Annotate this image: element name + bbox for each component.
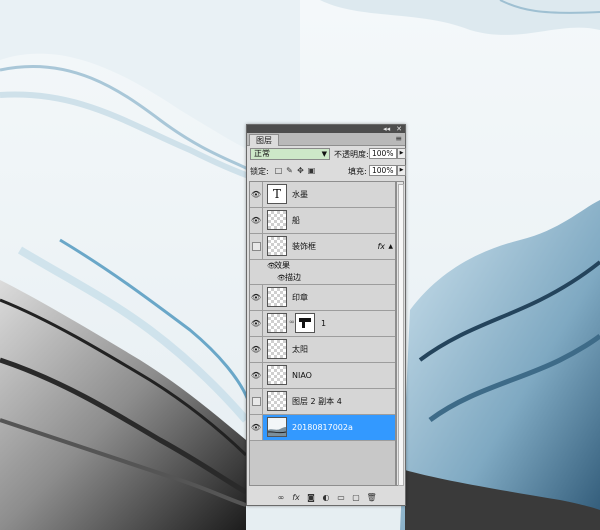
new-layer-icon[interactable]: ▢ [352, 493, 361, 502]
layer-thumbnail [267, 236, 287, 256]
blend-mode-select[interactable]: 正常 ▼ [250, 148, 330, 160]
layer-row[interactable]: 👁 船 [250, 208, 395, 234]
opacity-label: 不透明度: [334, 150, 369, 159]
link-icon[interactable]: ∞ [289, 318, 295, 326]
opacity-stepper[interactable]: ▶ [397, 148, 406, 159]
adjustment-icon[interactable]: ◐ [322, 493, 331, 502]
panel-bottom-toolbar: ∞ fx ◙ ◐ ▭ ▢ 🗑 [247, 490, 405, 505]
collapse-button[interactable]: ◂◂ [380, 125, 393, 133]
close-button[interactable]: ✕ [393, 125, 405, 133]
layer-thumbnail [267, 313, 287, 333]
layer-row[interactable]: 图层 2 副本 4 [250, 389, 395, 415]
layer-name: 1 [321, 319, 327, 328]
trash-icon[interactable]: 🗑 [367, 493, 377, 502]
collapse-effects-icon[interactable]: ▲ [388, 234, 393, 259]
panel-titlebar[interactable]: ◂◂ ✕ [247, 125, 405, 133]
effects-row[interactable]: 👁 效果 [250, 260, 395, 272]
layer-row[interactable]: 👁 ∞ 1 [250, 311, 395, 337]
blend-opacity-row: 正常 ▼ 不透明度: 100% ▶ [250, 148, 406, 162]
text-layer-thumbnail: T [267, 184, 287, 204]
mask-shape-icon [299, 318, 311, 328]
fx-icon[interactable]: fx [292, 493, 301, 502]
chevron-down-icon: ▼ [321, 150, 327, 158]
opacity-field[interactable]: 100% [369, 148, 397, 159]
mask-icon[interactable]: ◙ [307, 493, 316, 502]
layer-name: 船 [292, 216, 300, 225]
lock-all-icon[interactable]: ▣ [307, 166, 316, 175]
effect-name: 描边 [285, 273, 301, 282]
scrollbar-thumb[interactable] [398, 184, 404, 486]
layers-panel: ◂◂ ✕ 图层 ≡ 正常 ▼ 不透明度: 100% ▶ 锁定: □ ✎ ✥ ▣ … [246, 124, 406, 506]
blend-mode-value: 正常 [254, 149, 270, 158]
lock-fill-row: 锁定: □ ✎ ✥ ▣ 填充: 100% ▶ [250, 165, 406, 178]
effect-stroke-row[interactable]: 👁 描边 [250, 272, 395, 285]
eye-icon[interactable]: 👁 [250, 337, 263, 362]
panel-tab-row: 图层 ≡ [247, 133, 405, 146]
eye-icon[interactable]: 👁 [250, 311, 263, 336]
lock-label: 锁定: [250, 167, 269, 176]
visibility-off-box[interactable] [250, 389, 263, 414]
layer-row[interactable]: 👁 太阳 [250, 337, 395, 363]
fill-stepper[interactable]: ▶ [397, 165, 406, 176]
layer-name: 太阳 [292, 345, 308, 354]
lock-transparent-icon[interactable]: □ [274, 166, 283, 175]
layer-name: 装饰框 [292, 242, 316, 251]
layer-thumbnail [267, 365, 287, 385]
layer-name: 20180817002a [292, 423, 353, 432]
lock-brush-icon[interactable]: ✎ [285, 166, 294, 175]
layer-row[interactable]: 👁 T 水墨 [250, 182, 395, 208]
layer-list-scrollbar[interactable] [396, 181, 404, 486]
layer-name: 水墨 [292, 190, 308, 199]
layer-row-selected[interactable]: 👁 20180817002a [250, 415, 395, 441]
layer-name: 印章 [292, 293, 308, 302]
visibility-off-box[interactable] [250, 234, 263, 259]
layer-mask-thumbnail[interactable] [295, 313, 315, 333]
folder-icon[interactable]: ▭ [337, 493, 346, 502]
layer-list: 👁 T 水墨 👁 船 装饰框 fx ▲ 👁 效果 👁 描边 👁 印章 👁 ∞ 1… [249, 181, 396, 486]
ink-thumbnail-icon [268, 418, 286, 436]
panel-menu-icon[interactable]: ≡ [395, 133, 402, 145]
eye-icon[interactable]: 👁 [250, 182, 263, 207]
layer-row[interactable]: 👁 印章 [250, 285, 395, 311]
eye-icon[interactable]: 👁 [250, 415, 263, 440]
layer-name: 图层 2 副本 4 [292, 397, 342, 406]
layer-row[interactable]: 装饰框 fx ▲ [250, 234, 395, 260]
layer-thumbnail [267, 339, 287, 359]
image-layer-thumbnail [267, 417, 287, 437]
layer-thumbnail [267, 210, 287, 230]
fill-label: 填充: [348, 167, 367, 176]
tab-layers[interactable]: 图层 [249, 134, 279, 146]
eye-icon[interactable]: 👁 [250, 363, 263, 388]
layer-name: NIAO [292, 371, 312, 380]
fill-field[interactable]: 100% [369, 165, 397, 176]
layer-thumbnail [267, 287, 287, 307]
layer-thumbnail [267, 391, 287, 411]
lock-move-icon[interactable]: ✥ [296, 166, 305, 175]
fx-icon[interactable]: fx [377, 234, 385, 259]
layer-row[interactable]: 👁 NIAO [250, 363, 395, 389]
eye-icon[interactable]: 👁 [250, 208, 263, 233]
eye-icon[interactable]: 👁 [250, 285, 263, 310]
link-icon[interactable]: ∞ [277, 493, 286, 502]
effects-label: 效果 [274, 261, 290, 270]
